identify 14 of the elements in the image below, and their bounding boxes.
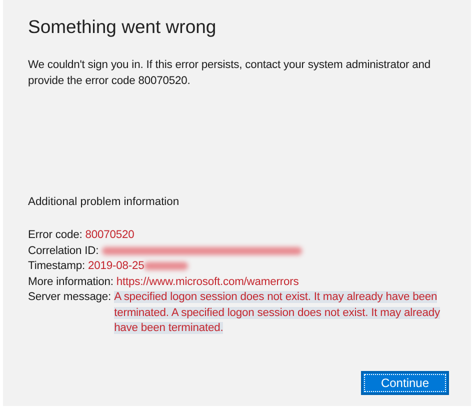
server-message: A specified logon session does not exist. It may already have been terminated. A specified logon session does not exist. It may already have been terminated. (114, 290, 441, 336)
continue-button[interactable]: Continue (361, 371, 449, 395)
detail-value: 80070520 (85, 229, 134, 241)
error-message: We couldn't sign you in. If this error persists, contact your system administrator and provide the error code 80070520. (28, 58, 432, 89)
detail-value: 2019-08-25 (88, 260, 144, 272)
section-heading: Additional problem information (28, 196, 180, 208)
detail-label: Server message: (28, 290, 112, 305)
info-link[interactable]: https://www.microsoft.com/wamerrors (116, 276, 299, 288)
detail-label: Correlation ID: (28, 244, 99, 256)
blurred-value (144, 262, 188, 270)
detail-label: Error code: (28, 229, 82, 241)
detail-label: More information: (28, 276, 114, 288)
dialog-title: Something went wrong (28, 16, 218, 38)
detail-label: Timestamp: (28, 260, 86, 272)
